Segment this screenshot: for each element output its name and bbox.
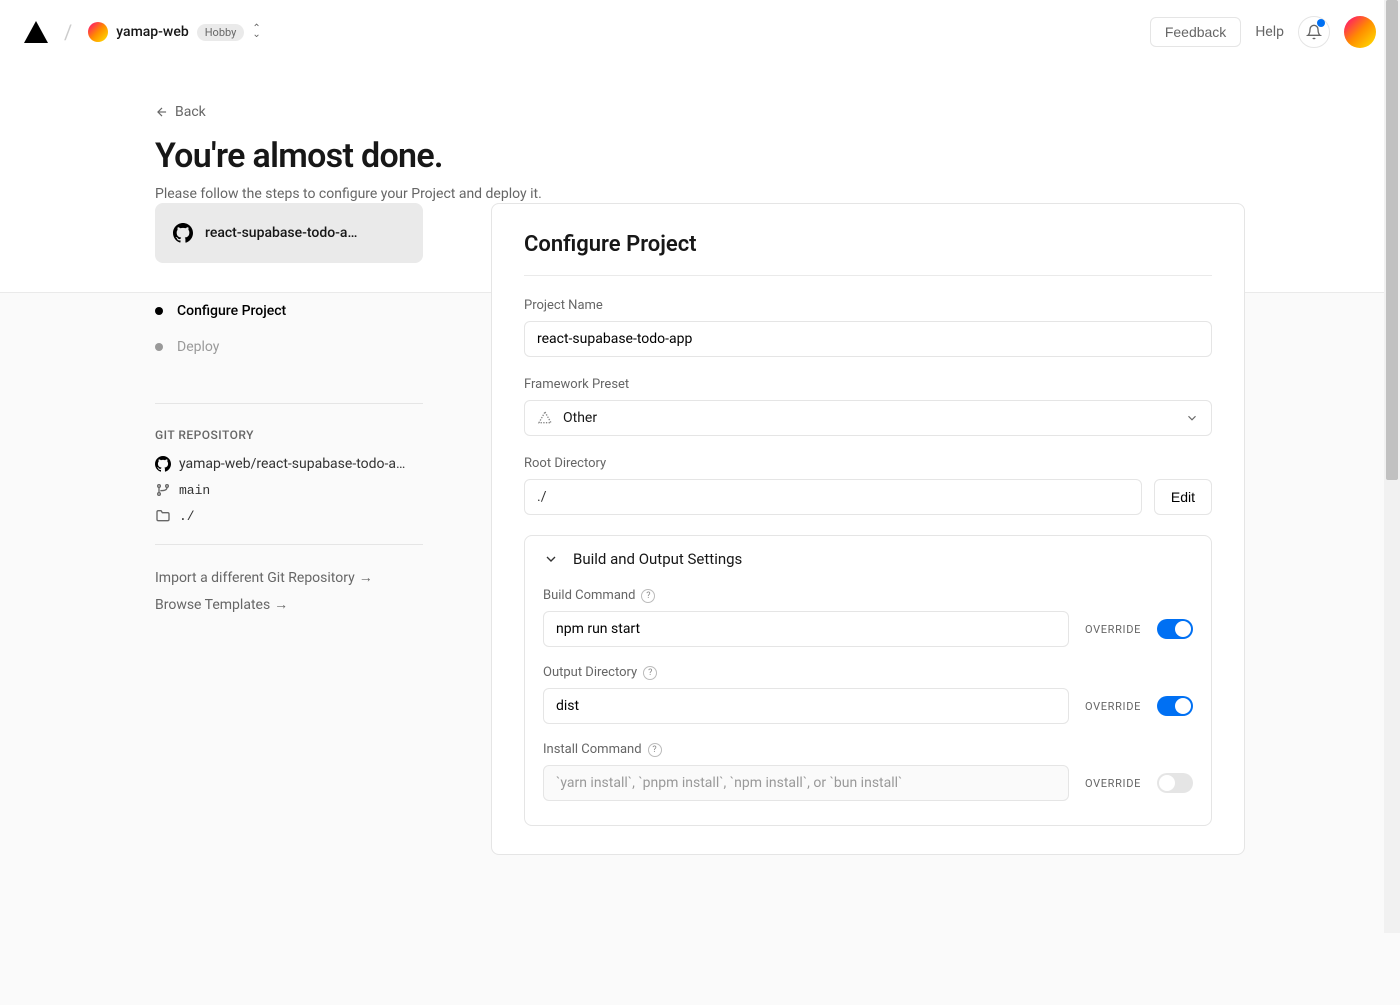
root-path: ./: [179, 509, 195, 524]
github-icon: [173, 223, 193, 243]
divider: [155, 544, 423, 545]
framework-preset-select[interactable]: Other: [524, 400, 1212, 436]
scope-switcher-icon[interactable]: ⌃⌄: [252, 26, 260, 38]
build-command-field: Build Command ? OVERRIDE: [543, 588, 1193, 647]
help-link[interactable]: Help: [1255, 24, 1284, 40]
accordion-title: Build and Output Settings: [573, 550, 742, 568]
output-directory-input[interactable]: [543, 688, 1069, 724]
install-command-field: Install Command ? OVERRIDE: [543, 742, 1193, 801]
field-label: Output Directory: [543, 665, 637, 680]
back-link[interactable]: Back: [155, 104, 1245, 120]
branch-line: main: [155, 482, 423, 498]
arrow-right-icon: →: [359, 569, 373, 586]
chevron-down-icon: [543, 551, 559, 567]
import-different-repo-link[interactable]: Import a different Git Repository →: [155, 569, 423, 586]
link-label: Browse Templates: [155, 597, 270, 613]
back-label: Back: [175, 104, 206, 120]
notification-dot-icon: [1317, 19, 1325, 27]
help-icon[interactable]: ?: [648, 743, 662, 757]
feedback-button[interactable]: Feedback: [1150, 17, 1241, 47]
field-label: Project Name: [524, 298, 1212, 313]
step-dot-icon: [155, 343, 163, 351]
card-title: Configure Project: [524, 232, 1212, 257]
vercel-logo-icon[interactable]: [24, 21, 48, 43]
header-right: Feedback Help: [1150, 16, 1376, 48]
arrow-left-icon: [155, 105, 169, 119]
steps-list: Configure Project Deploy: [155, 303, 423, 355]
framework-value: Other: [563, 410, 597, 426]
page-subtitle: Please follow the steps to configure you…: [155, 186, 1245, 202]
repo-chip-name: react-supabase-todo-a…: [205, 225, 357, 241]
project-name-field: Project Name: [524, 298, 1212, 357]
scope-name: yamap-web: [116, 24, 188, 40]
divider: [524, 275, 1212, 276]
plan-badge: Hobby: [197, 24, 245, 41]
root-directory-field: Root Directory ./ Edit: [524, 456, 1212, 515]
chevron-down-icon: [1185, 411, 1199, 425]
field-label: Build Command: [543, 588, 635, 603]
override-label: OVERRIDE: [1085, 700, 1141, 713]
lower-background: react-supabase-todo-a… Configure Project…: [0, 292, 1400, 1005]
install-command-override-toggle[interactable]: [1157, 773, 1193, 793]
step-label: Configure Project: [177, 303, 286, 319]
install-command-input: [543, 765, 1069, 801]
root-directory-value: ./: [524, 479, 1142, 515]
configure-project-card: Configure Project Project Name Framework…: [491, 203, 1245, 855]
field-label: Framework Preset: [524, 377, 1212, 392]
repo-full-line: yamap-web/react-supabase-todo-a…: [155, 456, 423, 472]
page-title: You're almost done.: [155, 136, 1245, 176]
repo-full-name: yamap-web/react-supabase-todo-a…: [179, 456, 405, 472]
build-output-settings-accordion: Build and Output Settings Build Command …: [524, 535, 1212, 826]
scrollbar-thumb[interactable]: [1386, 0, 1398, 480]
header-left: / yamap-web Hobby ⌃⌄: [24, 20, 261, 44]
repo-chip: react-supabase-todo-a…: [155, 203, 423, 263]
step-deploy: Deploy: [155, 339, 423, 355]
user-avatar[interactable]: [1344, 16, 1376, 48]
build-command-input[interactable]: [543, 611, 1069, 647]
step-dot-icon: [155, 307, 163, 315]
root-path-line: ./: [155, 508, 423, 524]
breadcrumb-slash: /: [64, 20, 72, 44]
scope-avatar-icon: [88, 22, 108, 42]
framework-preset-field: Framework Preset Other: [524, 377, 1212, 436]
help-icon[interactable]: ?: [643, 666, 657, 680]
git-repository-label: GIT REPOSITORY: [155, 428, 423, 442]
browse-templates-link[interactable]: Browse Templates →: [155, 596, 423, 613]
scope-selector[interactable]: yamap-web Hobby ⌃⌄: [88, 22, 260, 42]
notifications-button[interactable]: [1298, 16, 1330, 48]
step-label: Deploy: [177, 339, 219, 355]
divider: [155, 403, 423, 404]
accordion-header[interactable]: Build and Output Settings: [525, 536, 1211, 582]
top-header: / yamap-web Hobby ⌃⌄ Feedback Help: [0, 0, 1400, 64]
link-label: Import a different Git Repository: [155, 570, 355, 586]
page-scrollbar[interactable]: [1384, 0, 1400, 933]
github-icon: [155, 456, 171, 472]
framework-other-icon: [537, 410, 553, 426]
main-columns: react-supabase-todo-a… Configure Project…: [155, 203, 1245, 855]
help-icon[interactable]: ?: [641, 589, 655, 603]
git-branch-icon: [155, 482, 171, 498]
output-directory-field: Output Directory ? OVERRIDE: [543, 665, 1193, 724]
sidebar: react-supabase-todo-a… Configure Project…: [155, 203, 423, 855]
edit-root-directory-button[interactable]: Edit: [1154, 479, 1212, 515]
project-name-input[interactable]: [524, 321, 1212, 357]
folder-icon: [155, 508, 171, 524]
override-label: OVERRIDE: [1085, 777, 1141, 790]
output-directory-override-toggle[interactable]: [1157, 696, 1193, 716]
step-configure-project: Configure Project: [155, 303, 423, 319]
build-command-override-toggle[interactable]: [1157, 619, 1193, 639]
field-label: Install Command: [543, 742, 642, 757]
field-label: Root Directory: [524, 456, 1212, 471]
override-label: OVERRIDE: [1085, 623, 1141, 636]
accordion-body: Build Command ? OVERRIDE Output Director…: [525, 582, 1211, 825]
arrow-right-icon: →: [274, 596, 288, 613]
branch-name: main: [179, 483, 210, 498]
